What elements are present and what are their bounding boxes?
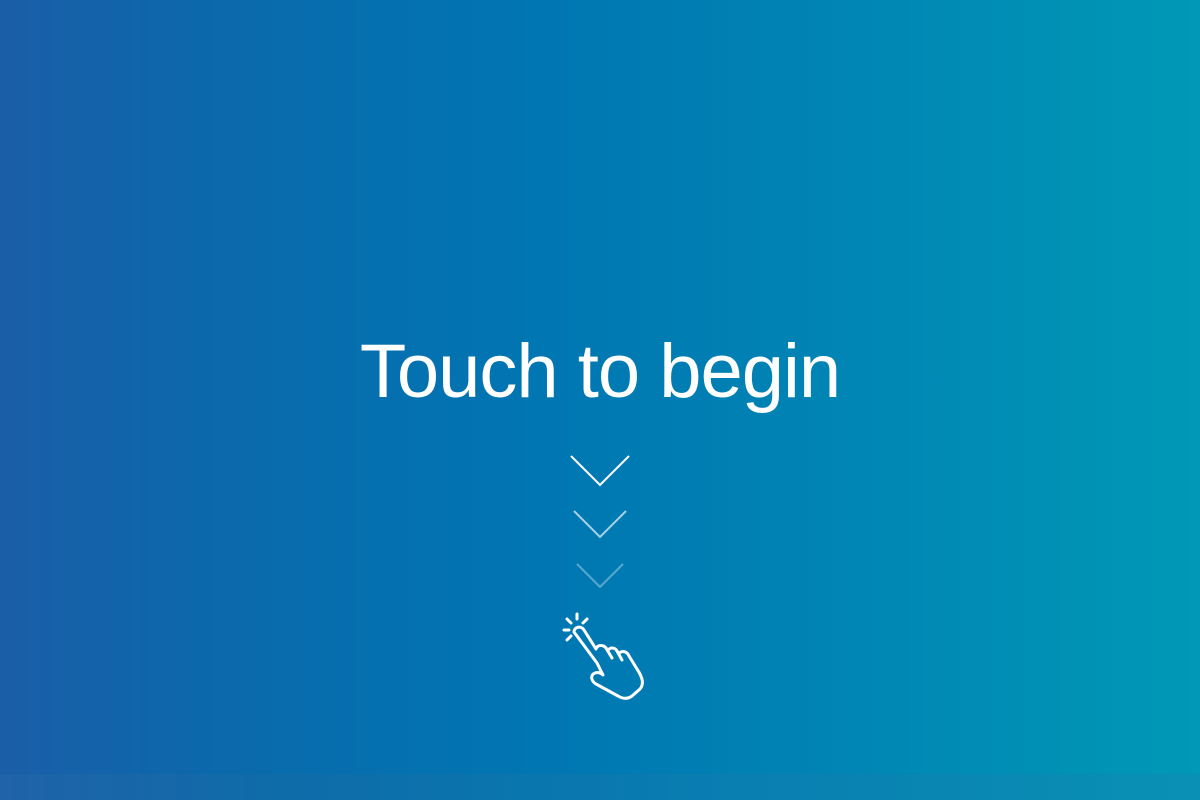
footer-bar — [0, 774, 1200, 800]
chevron-down-icon — [0, 561, 1200, 591]
touch-to-begin-title: Touch to begin — [359, 329, 841, 414]
chevron-down-icon — [0, 453, 1200, 489]
tap-hand-icon[interactable] — [560, 612, 652, 707]
chevron-down-icon — [0, 508, 1200, 540]
touch-to-begin-screen[interactable]: Touch to begin — [0, 0, 1200, 800]
